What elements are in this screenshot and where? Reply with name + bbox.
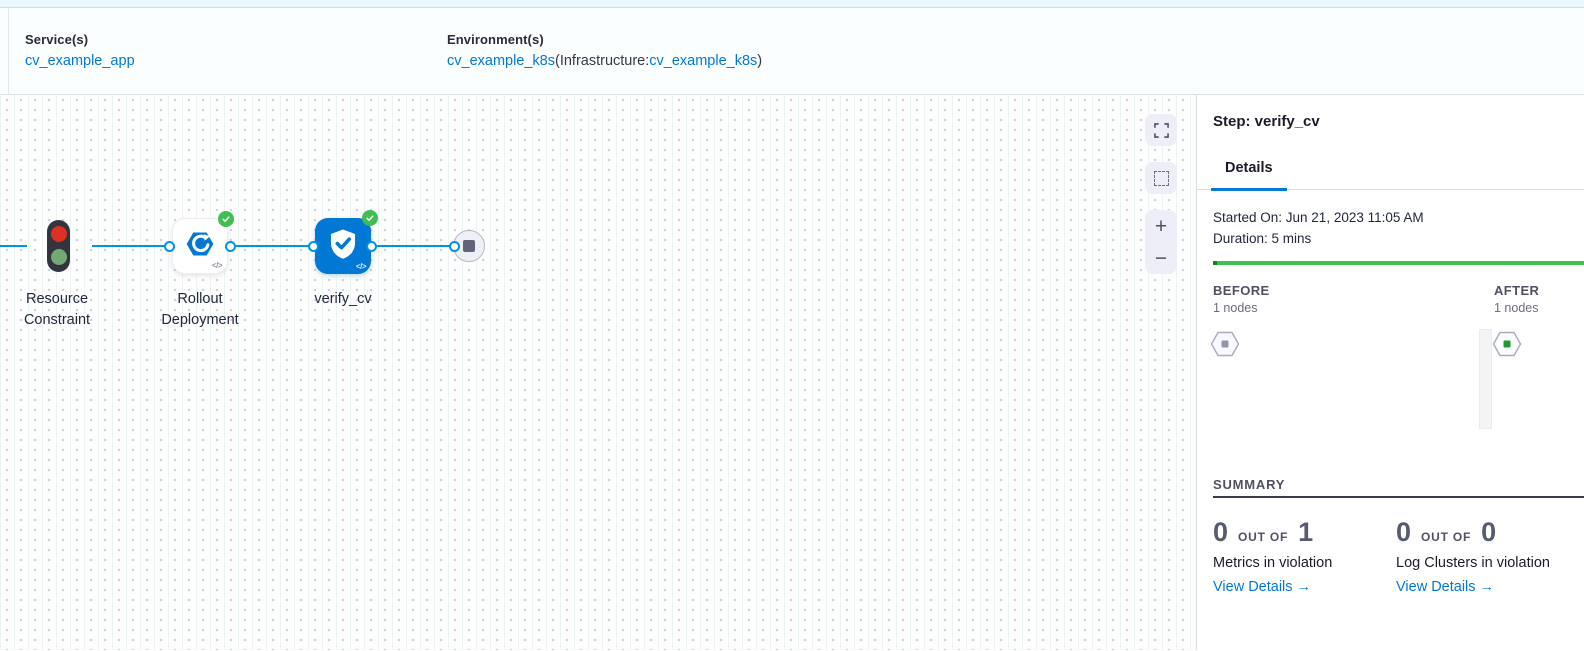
after-label: AFTER [1494,283,1539,298]
zoom-controls: + − [1145,210,1177,274]
edge-rollout-to-verify [236,245,310,247]
edge-incoming [0,245,27,247]
edge-constraint-to-rollout [92,245,168,247]
rollout-deployment-node[interactable]: </> [172,218,228,274]
selection-mode-button[interactable] [1145,162,1177,194]
zoom-out-button[interactable]: − [1145,242,1177,274]
connector-dot [449,241,460,252]
stop-icon [463,240,475,252]
success-badge-icon [218,211,234,227]
traffic-light-red-icon [51,226,67,242]
expand-icon [1154,123,1169,138]
step-details-panel: Step: verify_cv Details Started On: Jun … [1196,95,1584,650]
environment-link[interactable]: cv_example_k8s [447,53,555,69]
metrics-total-value: 1 [1298,517,1313,548]
connector-dot [308,241,319,252]
selection-box-icon [1154,171,1169,186]
rollout-icon [184,228,216,265]
top-accent-strip [0,0,1584,8]
edge-verify-to-end [377,245,453,247]
shield-check-icon [326,227,360,266]
verify-cv-label: verify_cv [283,289,403,310]
metrics-summary: 0 OUT OF 1 Metrics in violation View Det… [1213,517,1389,595]
arrow-right-icon: → [1297,579,1312,595]
pipeline-canvas[interactable]: Resource Constraint </> Rollout Deployme… [0,95,1196,650]
environments-label: Environment(s) [447,32,762,47]
connector-dot [225,241,236,252]
log-clusters-summary: 0 OUT OF 0 Log Clusters in violation Vie… [1396,517,1576,595]
code-icon: </> [212,261,222,270]
summary-heading: SUMMARY [1213,477,1285,492]
resource-constraint-node[interactable] [47,220,70,272]
zoom-in-button[interactable]: + [1145,210,1177,242]
arrow-right-icon: → [1480,579,1495,595]
before-list-scrollbar[interactable] [1479,329,1492,429]
fit-to-screen-button[interactable] [1145,114,1177,146]
rollout-deployment-label: Rollout Deployment [140,289,260,331]
out-of-label: OUT OF [1238,530,1288,544]
connector-dot [366,241,377,252]
services-block: Service(s) cv_example_app [25,32,135,69]
metrics-caption: Metrics in violation [1213,555,1389,571]
infrastructure-link[interactable]: cv_example_k8s [649,53,757,69]
traffic-light-green-icon [51,249,67,265]
after-host-node[interactable] [1492,331,1522,362]
before-node-count: 1 nodes [1213,301,1257,315]
resource-constraint-label: Resource Constraint [0,289,117,331]
summary-divider [1213,496,1584,498]
step-timing-info: Started On: Jun 21, 2023 11:05 AM Durati… [1213,207,1424,249]
infrastructure-suffix: ) [757,53,762,69]
tab-details[interactable]: Details [1211,160,1287,191]
out-of-label: OUT OF [1421,530,1471,544]
duration-text: Duration: 5 mins [1213,228,1424,249]
logs-violation-value: 0 [1396,517,1411,548]
after-node-count: 1 nodes [1494,301,1538,315]
code-icon: </> [356,262,366,271]
connector-dot [164,241,175,252]
logs-caption: Log Clusters in violation [1396,555,1576,571]
services-label: Service(s) [25,32,135,47]
logs-view-details-link[interactable]: View Details→ [1396,579,1576,595]
tab-bar: Details [1197,95,1584,190]
execution-context-header: Service(s) cv_example_app Environment(s)… [0,8,1584,94]
service-link[interactable]: cv_example_app [25,53,135,69]
before-host-node[interactable] [1210,331,1240,362]
logs-total-value: 0 [1481,517,1496,548]
environments-block: Environment(s) cv_example_k8s(Infrastruc… [447,32,762,69]
metrics-violation-value: 0 [1213,517,1228,548]
verify-cv-node[interactable]: </> [315,218,371,274]
infrastructure-prefix: (Infrastructure: [555,53,649,69]
verification-progress-bar [1213,261,1584,265]
metrics-view-details-link[interactable]: View Details→ [1213,579,1389,595]
before-label: BEFORE [1213,283,1270,298]
started-on-text: Started On: Jun 21, 2023 11:05 AM [1213,207,1424,228]
header-left-divider [8,8,9,94]
success-badge-icon [362,210,378,226]
